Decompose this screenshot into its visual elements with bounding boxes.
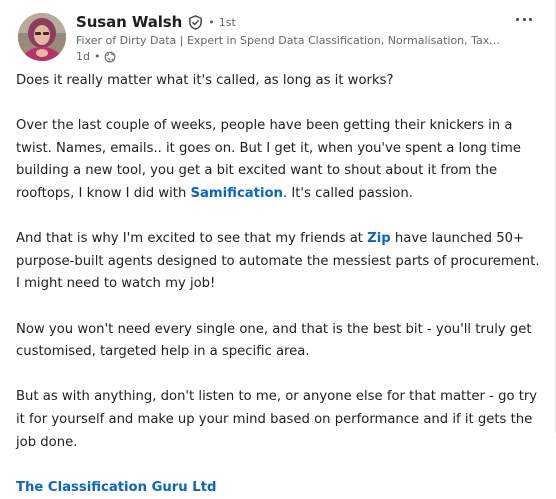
- mention-link-zip[interactable]: Zip: [367, 231, 391, 246]
- post-paragraph: The Classification Guru Ltd: [16, 477, 542, 499]
- avatar-photo: [18, 13, 66, 61]
- post-paragraph: Does it really matter what it's called, …: [16, 73, 394, 88]
- post-card: Susan Walsh • 1st Fixer of Dirty Data | …: [0, 0, 556, 495]
- more-dot-icon: [522, 18, 526, 21]
- post-meta: 1d •: [76, 49, 506, 64]
- post-body: Does it really matter what it's called, …: [16, 70, 542, 499]
- author-name-row: Susan Walsh • 1st: [76, 11, 506, 33]
- post-time: 1d: [76, 50, 90, 63]
- separator-dot: •: [208, 15, 215, 29]
- post-text: And that is why I'm excited to see that …: [16, 231, 368, 247]
- separator-dot: •: [93, 50, 101, 63]
- post-paragraph: But as with anything, don't listen to me…: [16, 389, 538, 450]
- post-paragraph: And that is why I'm excited to see that …: [16, 228, 542, 296]
- post-text: . It's called passion.: [282, 185, 413, 201]
- verified-shield-icon: [189, 14, 203, 30]
- author-name[interactable]: Susan Walsh: [76, 13, 182, 31]
- connection-degree: 1st: [218, 15, 236, 29]
- author-headline: Fixer of Dirty Data | Expert in Spend Da…: [76, 34, 506, 47]
- post-header: Susan Walsh • 1st Fixer of Dirty Data | …: [76, 11, 506, 64]
- mention-link-samification[interactable]: Samification: [191, 186, 283, 201]
- globe-icon: [105, 51, 116, 62]
- more-options-button[interactable]: [514, 13, 534, 27]
- author-avatar[interactable]: [18, 13, 66, 61]
- mention-link-classification-guru[interactable]: The Classification Guru Ltd: [16, 480, 216, 495]
- post-paragraph: Now you won't need every single one, and…: [16, 321, 532, 360]
- post-paragraph: Over the last couple of weeks, people ha…: [16, 115, 542, 205]
- more-dot-icon: [529, 18, 532, 21]
- more-dot-icon: [516, 18, 519, 21]
